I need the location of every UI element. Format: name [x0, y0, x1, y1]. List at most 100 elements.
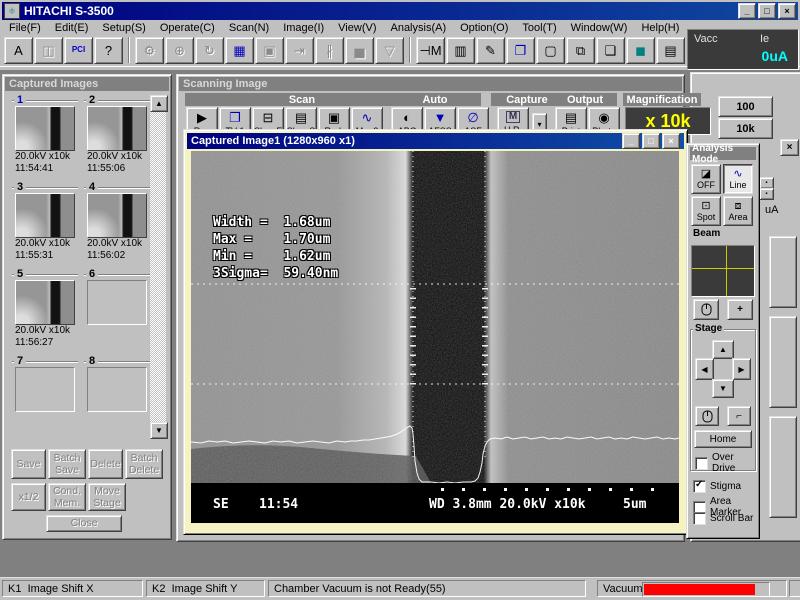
- stage-mouse-button[interactable]: [695, 406, 719, 426]
- thumbnail-cell[interactable]: 1 20.0kV x10k 11:54:41: [11, 95, 79, 179]
- thumbnail-cell[interactable]: 7: [11, 356, 79, 440]
- batch-save-button[interactable]: Batch Save: [48, 449, 86, 479]
- window-control-icon: ×: [784, 7, 789, 16]
- toolbar-button[interactable]: ▢: [536, 37, 565, 64]
- mag-preset-100-button[interactable]: 100: [718, 96, 773, 117]
- menu-item[interactable]: File(F): [2, 21, 48, 35]
- thumbnail-scrollbar[interactable]: ▲ ▼: [150, 95, 166, 439]
- sem-image[interactable]: Width = 1.68umMax = 1.70umMin = 1.62um3S…: [191, 151, 679, 483]
- save-button[interactable]: Save: [11, 449, 46, 479]
- analysis-mode-button[interactable]: ⊡Spot: [691, 196, 721, 226]
- half-size-button[interactable]: x1/2: [11, 483, 46, 511]
- beam-position-display[interactable]: [691, 245, 755, 297]
- toolbar-button[interactable]: ▽: [375, 37, 404, 64]
- fragment-close-button[interactable]: ×: [780, 139, 799, 156]
- close-panel-button[interactable]: Close: [46, 515, 122, 532]
- thumbnail-cell[interactable]: 5 20.0kV x10k 11:56:27: [11, 269, 79, 353]
- toolbar-button[interactable]: ⊣M: [416, 37, 445, 64]
- menu-item[interactable]: Setup(S): [95, 21, 152, 35]
- status-k2: K2 Image Shift Y: [146, 580, 265, 597]
- toolbar-icon: ▽: [385, 44, 395, 57]
- beam-mouse-button[interactable]: [693, 299, 719, 320]
- toolbar-button[interactable]: A: [4, 37, 33, 64]
- menu-item[interactable]: Edit(E): [48, 21, 96, 35]
- mag-preset-10k-button[interactable]: 10k: [718, 118, 773, 139]
- thumbnail-image[interactable]: [15, 367, 75, 412]
- batch-delete-button[interactable]: Batch Delete: [125, 449, 163, 479]
- toolbar-button[interactable]: ▥: [446, 37, 475, 64]
- thumbnail-cell[interactable]: 3 20.0kV x10k 11:55:31: [11, 182, 79, 266]
- thumbnail-image[interactable]: [87, 193, 147, 238]
- menu-item[interactable]: Help(H): [634, 21, 686, 35]
- toolbar-button[interactable]: ◫: [34, 37, 63, 64]
- menu-item[interactable]: Scan(N): [222, 21, 276, 35]
- toolbar-button[interactable]: ✎: [476, 37, 505, 64]
- thumbnail-image[interactable]: [87, 367, 147, 412]
- option-checkbox[interactable]: Scroll Bar: [693, 512, 753, 525]
- spinner-down-button[interactable]: ▪: [759, 188, 774, 200]
- stage-tilt-button[interactable]: ⌐: [727, 406, 751, 426]
- thumbnail-image[interactable]: [15, 106, 75, 151]
- toolbar-button[interactable]: ❐: [506, 37, 535, 64]
- toolbar-button[interactable]: ▣: [255, 37, 284, 64]
- thumbnail-cell[interactable]: 4 20.0kV x10k 11:56:02: [83, 182, 151, 266]
- cond-mem-button[interactable]: Cond. Mem.: [48, 483, 86, 511]
- toolbar-button[interactable]: ⇥: [285, 37, 314, 64]
- checkbox-label: Stigma: [710, 481, 741, 492]
- window-control-button[interactable]: ×: [778, 3, 796, 19]
- toolbar-button[interactable]: ?: [94, 37, 123, 64]
- toolbar-button[interactable]: ⊕: [165, 37, 194, 64]
- stage-right-button[interactable]: ▶: [732, 358, 751, 380]
- stage-down-button[interactable]: ▼: [712, 379, 734, 398]
- toolbar-button[interactable]: ◼: [626, 37, 655, 64]
- menu-item[interactable]: Tool(T): [515, 21, 563, 35]
- toolbar-button[interactable]: ⧉: [566, 37, 595, 64]
- analysis-mode-button[interactable]: ⧈Area: [723, 196, 753, 226]
- thumbnail-cell[interactable]: 6: [83, 269, 151, 353]
- scroll-up-button[interactable]: ▲: [150, 95, 168, 112]
- delete-button[interactable]: Delete: [88, 449, 123, 479]
- toolbar-button[interactable]: PCI: [64, 37, 93, 64]
- window-control-icon: □: [648, 137, 653, 146]
- toolbar-button[interactable]: ▤: [656, 37, 685, 64]
- window-control-button[interactable]: _: [622, 133, 640, 149]
- measurement-line: 3Sigma= 59.40nm: [213, 265, 338, 282]
- thumbnail-cell[interactable]: 8: [83, 356, 151, 440]
- option-checkbox[interactable]: Stigma: [693, 480, 741, 493]
- toolbar-button[interactable]: ↻: [195, 37, 224, 64]
- thumbnail-image[interactable]: [15, 193, 75, 238]
- thumbnail-cell[interactable]: 2 20.0kV x10k 11:55:06: [83, 95, 151, 179]
- window-control-button[interactable]: □: [758, 3, 776, 19]
- toolbar-button[interactable]: ∦: [315, 37, 344, 64]
- window-control-button[interactable]: ×: [662, 133, 680, 149]
- menu-item[interactable]: View(V): [331, 21, 383, 35]
- move-stage-button[interactable]: Move Stage: [88, 483, 126, 511]
- scroll-down-button[interactable]: ▼: [150, 422, 168, 439]
- thumbnail-image[interactable]: [87, 106, 147, 151]
- thumbnail-image[interactable]: [15, 280, 75, 325]
- toolbar-button[interactable]: ⚙: [135, 37, 164, 64]
- analysis-mode-button[interactable]: ◪OFF: [691, 164, 721, 194]
- menu-item[interactable]: Window(W): [564, 21, 635, 35]
- window-control-button[interactable]: □: [642, 133, 660, 149]
- thumbnail-image[interactable]: [87, 280, 147, 325]
- menu-item[interactable]: Operate(C): [153, 21, 222, 35]
- window-control-button[interactable]: _: [738, 3, 756, 19]
- stage-left-button[interactable]: ◀: [695, 358, 714, 380]
- beam-move-button[interactable]: +: [727, 299, 753, 320]
- analysis-mode-button[interactable]: ∿Line: [723, 164, 753, 194]
- toolbar-icon: ❐: [515, 44, 527, 57]
- captured-image-titlebar[interactable]: Captured Image1 (1280x960 x1) _□×: [187, 133, 684, 149]
- thumbnail-number: 4: [86, 181, 98, 193]
- stage-home-button[interactable]: Home: [694, 430, 752, 448]
- menu-item[interactable]: Option(O): [453, 21, 515, 35]
- menu-item[interactable]: Image(I): [276, 21, 331, 35]
- toolbar-button[interactable]: ▅: [345, 37, 374, 64]
- stage-up-button[interactable]: ▲: [712, 340, 734, 359]
- image-data-bar: SE 11:54 WD 3.8mm 20.0kV x10k 5um: [191, 483, 679, 523]
- scanning-window-title: Scanning Image: [179, 77, 682, 91]
- over-drive-checkbox[interactable]: Over Drive: [695, 452, 759, 474]
- toolbar-button[interactable]: ❏: [596, 37, 625, 64]
- menu-item[interactable]: Analysis(A): [383, 21, 453, 35]
- toolbar-button[interactable]: ▦: [225, 37, 254, 64]
